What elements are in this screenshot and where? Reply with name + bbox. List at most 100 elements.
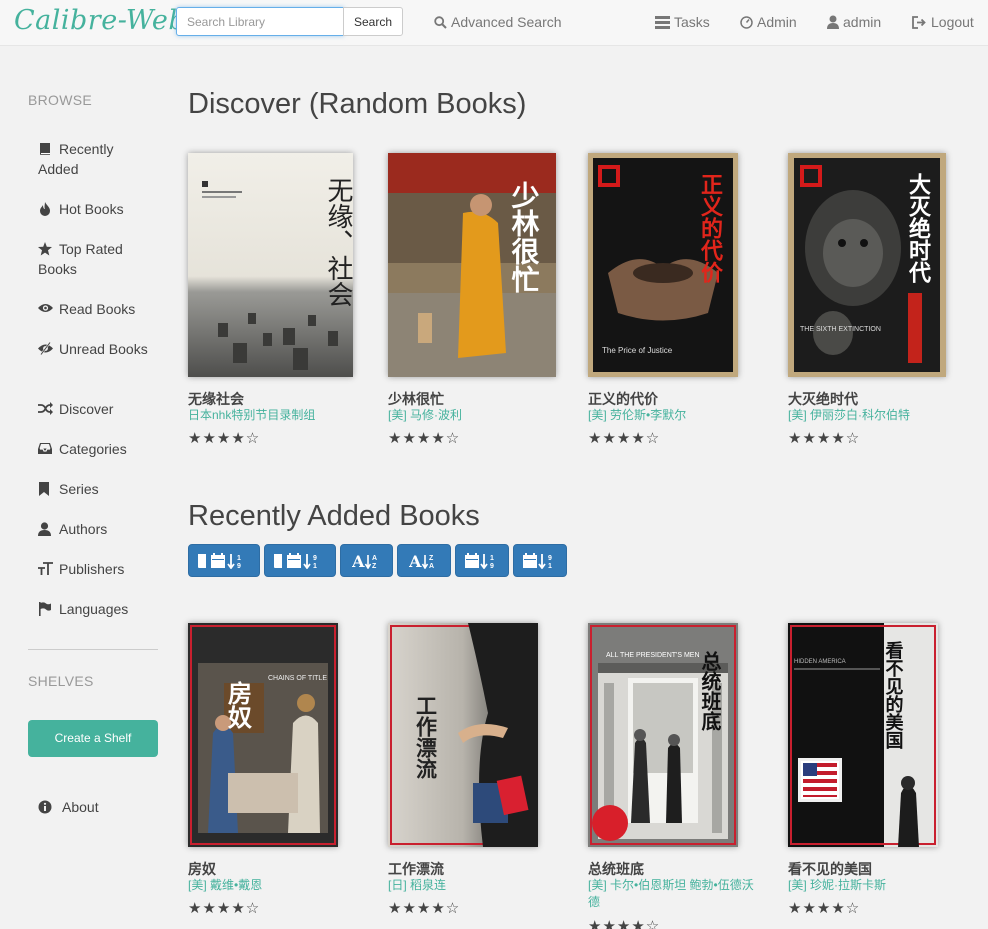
- sidebar-item-about[interactable]: About: [38, 797, 150, 817]
- cover-subtitle: The Price of Justice: [602, 346, 673, 355]
- cover-subtitle: CHAINS OF TITLE: [268, 675, 327, 682]
- sort-by-added-old-button[interactable]: 91: [264, 544, 336, 577]
- sidebar-item-publishers[interactable]: Publishers: [38, 559, 150, 579]
- sort-by-added-new-button[interactable]: 19: [188, 544, 260, 577]
- tasks-label: Tasks: [674, 14, 710, 30]
- sidebar-item-recently-added[interactable]: Recently Added: [38, 139, 150, 179]
- svg-text:1: 1: [490, 555, 494, 562]
- book-title[interactable]: 大灭绝时代: [788, 389, 858, 409]
- book-cover[interactable]: HIDDEN AMERICA 看不见的美国: [788, 623, 938, 847]
- book-author[interactable]: [美] 卡尔•伯恩斯坦 鲍勃•伍德沃德: [588, 877, 763, 911]
- svg-text:1: 1: [237, 555, 241, 562]
- user-icon: [38, 522, 54, 536]
- admin-link[interactable]: Admin: [740, 14, 797, 30]
- cover-text: 少林很忙: [508, 181, 541, 293]
- sidebar-item-top-rated[interactable]: Top Rated Books: [38, 239, 150, 279]
- cover-subtitle: ALL THE PRESIDENT'S MEN: [606, 652, 700, 659]
- advanced-search-link[interactable]: Advanced Search: [434, 14, 562, 30]
- book-cover[interactable]: 工作漂流: [388, 623, 538, 847]
- book-cover[interactable]: 正义的代价 The Price of Justice: [588, 153, 738, 377]
- book-cover[interactable]: 房奴 CHAINS OF TITLE: [188, 623, 338, 847]
- svg-text:1: 1: [548, 563, 552, 569]
- search-input[interactable]: [176, 7, 344, 36]
- book-card: 房奴 CHAINS OF TITLE 房奴 [美] 戴维•戴恩 ★★★★☆: [188, 623, 358, 929]
- book-rating: ★★★★☆: [388, 430, 461, 447]
- create-shelf-button[interactable]: Create a Shelf: [28, 720, 158, 757]
- book-card: 正义的代价 The Price of Justice 正义的代价 [美] 劳伦斯…: [588, 153, 758, 453]
- sort-title-az-button[interactable]: AAZ: [340, 544, 393, 577]
- book-title[interactable]: 总统班底: [588, 859, 644, 879]
- svg-text:A: A: [352, 553, 365, 569]
- sidebar-item-label: Categories: [59, 441, 127, 457]
- sidebar-item-discover[interactable]: Discover: [38, 399, 150, 419]
- svg-text:Z: Z: [429, 555, 434, 562]
- sort-pubdate-old-button[interactable]: 91: [513, 544, 567, 577]
- sort-title-za-button[interactable]: AZA: [397, 544, 451, 577]
- book-title[interactable]: 工作漂流: [388, 859, 444, 879]
- book-author[interactable]: [日] 稻泉连: [388, 877, 563, 894]
- book-author[interactable]: 日本nhk特别节目录制组: [188, 407, 363, 424]
- logout-link[interactable]: Logout: [912, 14, 974, 30]
- book-author[interactable]: [美] 珍妮·拉斯卡斯: [788, 877, 963, 894]
- logout-label: Logout: [931, 14, 974, 30]
- calendar-sort-icon: 91: [523, 552, 552, 569]
- book-title[interactable]: 少林很忙: [388, 389, 444, 409]
- svg-text:A: A: [409, 553, 422, 569]
- book-rating: ★★★★☆: [588, 430, 661, 447]
- sidebar-item-hot-books[interactable]: Hot Books: [38, 199, 150, 219]
- fire-icon: [38, 202, 54, 216]
- book-author[interactable]: [美] 戴维•戴恩: [188, 877, 363, 894]
- flag-icon: [38, 602, 54, 616]
- book-card: 无缘、社会 无缘社会 日本nhk特别节目录制组 ★★★★☆: [188, 153, 358, 453]
- discover-title: Discover (Random Books): [188, 88, 527, 120]
- book-card: 工作漂流 工作漂流 [日] 稻泉连 ★★★★☆: [388, 623, 558, 929]
- sidebar-item-categories[interactable]: Categories: [38, 439, 150, 459]
- book-title[interactable]: 房奴: [188, 859, 216, 879]
- admin-label: Admin: [757, 14, 797, 30]
- tasks-icon: [655, 15, 670, 29]
- browse-header: BROWSE: [28, 92, 93, 108]
- sidebar-item-unread-books[interactable]: Unread Books: [38, 339, 150, 359]
- book-rating: ★★★★☆: [188, 900, 261, 917]
- sidebar-item-label: Publishers: [59, 561, 125, 577]
- cover-text: 总统班底: [698, 650, 722, 732]
- sort-alpha-icon: A AZ: [352, 553, 377, 569]
- sidebar-item-label: Unread Books: [59, 341, 148, 357]
- search-button[interactable]: Search: [343, 7, 403, 36]
- book-title[interactable]: 正义的代价: [588, 389, 658, 409]
- svg-text:A: A: [372, 555, 377, 562]
- book-rating: ★★★★☆: [188, 430, 261, 447]
- inbox-icon: [38, 442, 54, 456]
- sidebar-item-languages[interactable]: Languages: [38, 599, 150, 619]
- cover-text: 看不见的美国: [883, 640, 905, 750]
- book-author[interactable]: [美] 伊丽莎白·科尔伯特: [788, 407, 963, 424]
- book-calendar-sort-icon: 19: [198, 552, 241, 569]
- dashboard-icon: [740, 15, 753, 29]
- sort-pubdate-new-button[interactable]: 19: [455, 544, 509, 577]
- book-author[interactable]: [美] 马修·波利: [388, 407, 563, 424]
- book-cover[interactable]: 少林很忙: [388, 153, 556, 377]
- brand-logo[interactable]: Calibre-Web: [14, 5, 186, 36]
- book-rating: ★★★★☆: [388, 900, 461, 917]
- bookmark-icon: [38, 482, 54, 496]
- book-cover[interactable]: 无缘、社会: [188, 153, 353, 377]
- user-link[interactable]: admin: [827, 14, 881, 30]
- book-cover[interactable]: ALL THE PRESIDENT'S MEN 总统班底: [588, 623, 738, 847]
- eye-icon: [38, 302, 54, 316]
- tasks-link[interactable]: Tasks: [655, 14, 710, 30]
- book-cover[interactable]: 大灭绝时代 THE SIXTH EXTINCTION: [788, 153, 946, 377]
- book-author[interactable]: [美] 劳伦斯•李默尔: [588, 407, 763, 424]
- book-rating: ★★★★☆: [788, 900, 861, 917]
- book-title[interactable]: 无缘社会: [188, 389, 244, 409]
- cover-text: 工作漂流: [414, 695, 439, 780]
- book-title[interactable]: 看不见的美国: [788, 859, 872, 879]
- cover-text: 正义的代价: [697, 173, 724, 284]
- sidebar-item-authors[interactable]: Authors: [38, 519, 150, 539]
- sidebar-item-read-books[interactable]: Read Books: [38, 299, 150, 319]
- sidebar-item-label: Read Books: [59, 301, 136, 317]
- user-label: admin: [843, 14, 882, 30]
- advanced-search-label: Advanced Search: [451, 14, 562, 30]
- sidebar-item-series[interactable]: Series: [38, 479, 150, 499]
- svg-text:1: 1: [313, 563, 317, 569]
- book-icon: [38, 142, 54, 156]
